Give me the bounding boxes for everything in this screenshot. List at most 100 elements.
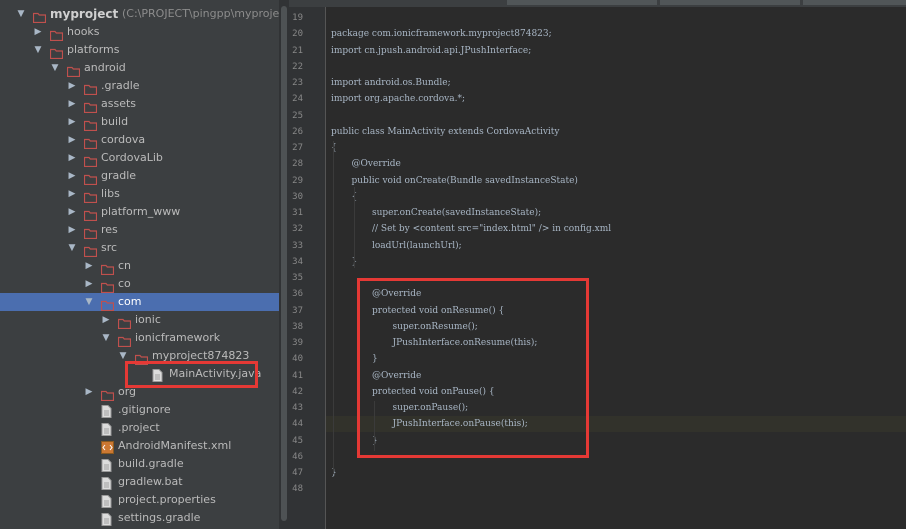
tree-item-myproject[interactable]: ▼ myproject (C:\PROJECT\pingpp\myproject) xyxy=(0,5,279,24)
chevron-down-icon[interactable]: ▼ xyxy=(33,41,43,59)
code-line[interactable]: super.onCreate(savedInstanceState); xyxy=(326,205,906,221)
code-line[interactable]: @Override xyxy=(326,156,906,172)
tree-item-label: libs xyxy=(101,187,120,200)
code-line[interactable]: import cn.jpush.android.api.JPushInterfa… xyxy=(326,43,906,59)
tree-item-libs[interactable]: ▶ libs xyxy=(0,185,279,204)
tree-item-label: assets xyxy=(101,97,137,110)
line-number: 35 xyxy=(292,273,303,283)
tree-item-gradle[interactable]: ▶ .gradle xyxy=(0,77,279,96)
code-line[interactable] xyxy=(326,108,906,124)
tree-item-hooks[interactable]: ▶ hooks xyxy=(0,23,279,42)
chevron-right-icon[interactable]: ▶ xyxy=(67,221,77,239)
tree-item-cordovalib[interactable]: ▶ CordovaLib xyxy=(0,149,279,168)
chevron-right-icon[interactable]: ▶ xyxy=(67,167,77,185)
chevron-right-icon[interactable]: ▶ xyxy=(33,23,43,41)
tree-item-gitignore[interactable]: .gitignore xyxy=(0,401,279,419)
tree-item-platforms[interactable]: ▼ platforms xyxy=(0,41,279,60)
code-line[interactable]: public class MainActivity extends Cordov… xyxy=(326,124,906,140)
line-number: 46 xyxy=(292,452,303,462)
tree-item-cn[interactable]: ▶ cn xyxy=(0,257,279,276)
tree-item-build-gradle[interactable]: build.gradle xyxy=(0,455,279,473)
line-number: 34 xyxy=(292,257,303,267)
chevron-right-icon[interactable]: ▶ xyxy=(101,311,111,329)
folder-icon xyxy=(117,332,132,348)
folder-icon xyxy=(100,278,115,294)
folder-icon xyxy=(66,62,81,78)
chevron-right-icon[interactable]: ▶ xyxy=(67,113,77,131)
tree-item-ionic[interactable]: ▶ ionic xyxy=(0,311,279,330)
tree-item-label: ionic xyxy=(135,313,161,326)
chevron-right-icon[interactable]: ▶ xyxy=(67,149,77,167)
code-line[interactable] xyxy=(326,59,906,75)
tree-item-label: co xyxy=(118,277,131,290)
chevron-down-icon[interactable]: ▼ xyxy=(84,293,94,311)
tree-item-project[interactable]: .project xyxy=(0,419,279,437)
chevron-right-icon[interactable]: ▶ xyxy=(67,77,77,95)
code-line[interactable] xyxy=(326,481,906,497)
indent-guide xyxy=(333,141,334,474)
editor-tab[interactable] xyxy=(660,0,800,7)
code-text: package com.ionicframework.myproject8748… xyxy=(331,29,552,39)
chevron-right-icon[interactable]: ▶ xyxy=(84,257,94,275)
tree-scrollbar-thumb[interactable] xyxy=(281,6,287,521)
tree-item-gradlew-bat[interactable]: gradlew.bat xyxy=(0,473,279,491)
folder-icon xyxy=(83,224,98,240)
tree-item-android[interactable]: ▼ android xyxy=(0,59,279,78)
tree-item-co[interactable]: ▶ co xyxy=(0,275,279,294)
tree-item-platform-www[interactable]: ▶ platform_www xyxy=(0,203,279,222)
code-line[interactable]: public void onCreate(Bundle savedInstanc… xyxy=(326,173,906,189)
code-line[interactable] xyxy=(326,10,906,26)
folder-icon xyxy=(83,170,98,186)
tree-item-label: platforms xyxy=(67,43,120,56)
code-line[interactable]: // Set by <content src="index.html" /> i… xyxy=(326,221,906,237)
folder-icon xyxy=(49,26,64,42)
editor-tab[interactable] xyxy=(803,0,906,7)
editor-tab[interactable] xyxy=(507,0,657,7)
chevron-down-icon[interactable]: ▼ xyxy=(16,5,26,23)
code-line[interactable]: { xyxy=(326,189,906,205)
chevron-right-icon[interactable]: ▶ xyxy=(67,185,77,203)
tree-item-androidmanifest-xml[interactable]: AndroidManifest.xml xyxy=(0,437,279,455)
code-line[interactable]: } xyxy=(326,254,906,270)
tree-item-label: res xyxy=(101,223,118,236)
code-line[interactable]: } xyxy=(326,465,906,481)
line-number: 22 xyxy=(292,62,303,72)
code-line[interactable]: import android.os.Bundle; xyxy=(326,75,906,91)
tree-item-ionicframework[interactable]: ▼ ionicframework xyxy=(0,329,279,348)
file-icon xyxy=(101,511,114,526)
chevron-down-icon[interactable]: ▼ xyxy=(67,239,77,257)
chevron-right-icon[interactable]: ▶ xyxy=(67,203,77,221)
highlight-box-code xyxy=(357,278,589,458)
chevron-down-icon[interactable]: ▼ xyxy=(50,59,60,77)
tree-item-label: ionicframework xyxy=(135,331,221,344)
tree-item-settings-gradle[interactable]: settings.gradle xyxy=(0,509,279,527)
folder-icon xyxy=(83,116,98,132)
folder-icon xyxy=(83,80,98,96)
tree-item-cordova[interactable]: ▶ cordova xyxy=(0,131,279,150)
chevron-down-icon[interactable]: ▼ xyxy=(101,329,111,347)
chevron-right-icon[interactable]: ▶ xyxy=(84,383,94,401)
tree-item-src[interactable]: ▼ src xyxy=(0,239,279,258)
folder-icon xyxy=(83,152,98,168)
code-line[interactable]: loadUrl(launchUrl); xyxy=(326,238,906,254)
code-line[interactable]: import org.apache.cordova.*; xyxy=(326,91,906,107)
tree-item-project-properties[interactable]: project.properties xyxy=(0,491,279,509)
chevron-right-icon[interactable]: ▶ xyxy=(67,131,77,149)
tree-item-build[interactable]: ▶ build xyxy=(0,113,279,132)
line-number: 31 xyxy=(292,208,303,218)
code-line[interactable]: { xyxy=(326,140,906,156)
tree-item-label: gradle xyxy=(101,169,137,182)
code-text: loadUrl(launchUrl); xyxy=(372,241,462,251)
code-line[interactable]: package com.ionicframework.myproject8748… xyxy=(326,26,906,42)
tree-scrollbar[interactable] xyxy=(279,0,289,529)
tree-item-com[interactable]: ▼ com xyxy=(0,293,279,312)
line-number: 28 xyxy=(292,159,303,169)
tree-item-label: .project xyxy=(118,421,160,434)
line-number: 40 xyxy=(292,354,303,364)
tree-item-gradle[interactable]: ▶ gradle xyxy=(0,167,279,186)
tree-item-assets[interactable]: ▶ assets xyxy=(0,95,279,114)
chevron-right-icon[interactable]: ▶ xyxy=(67,95,77,113)
tree-item-label: android xyxy=(84,61,126,74)
chevron-right-icon[interactable]: ▶ xyxy=(84,275,94,293)
tree-item-res[interactable]: ▶ res xyxy=(0,221,279,240)
